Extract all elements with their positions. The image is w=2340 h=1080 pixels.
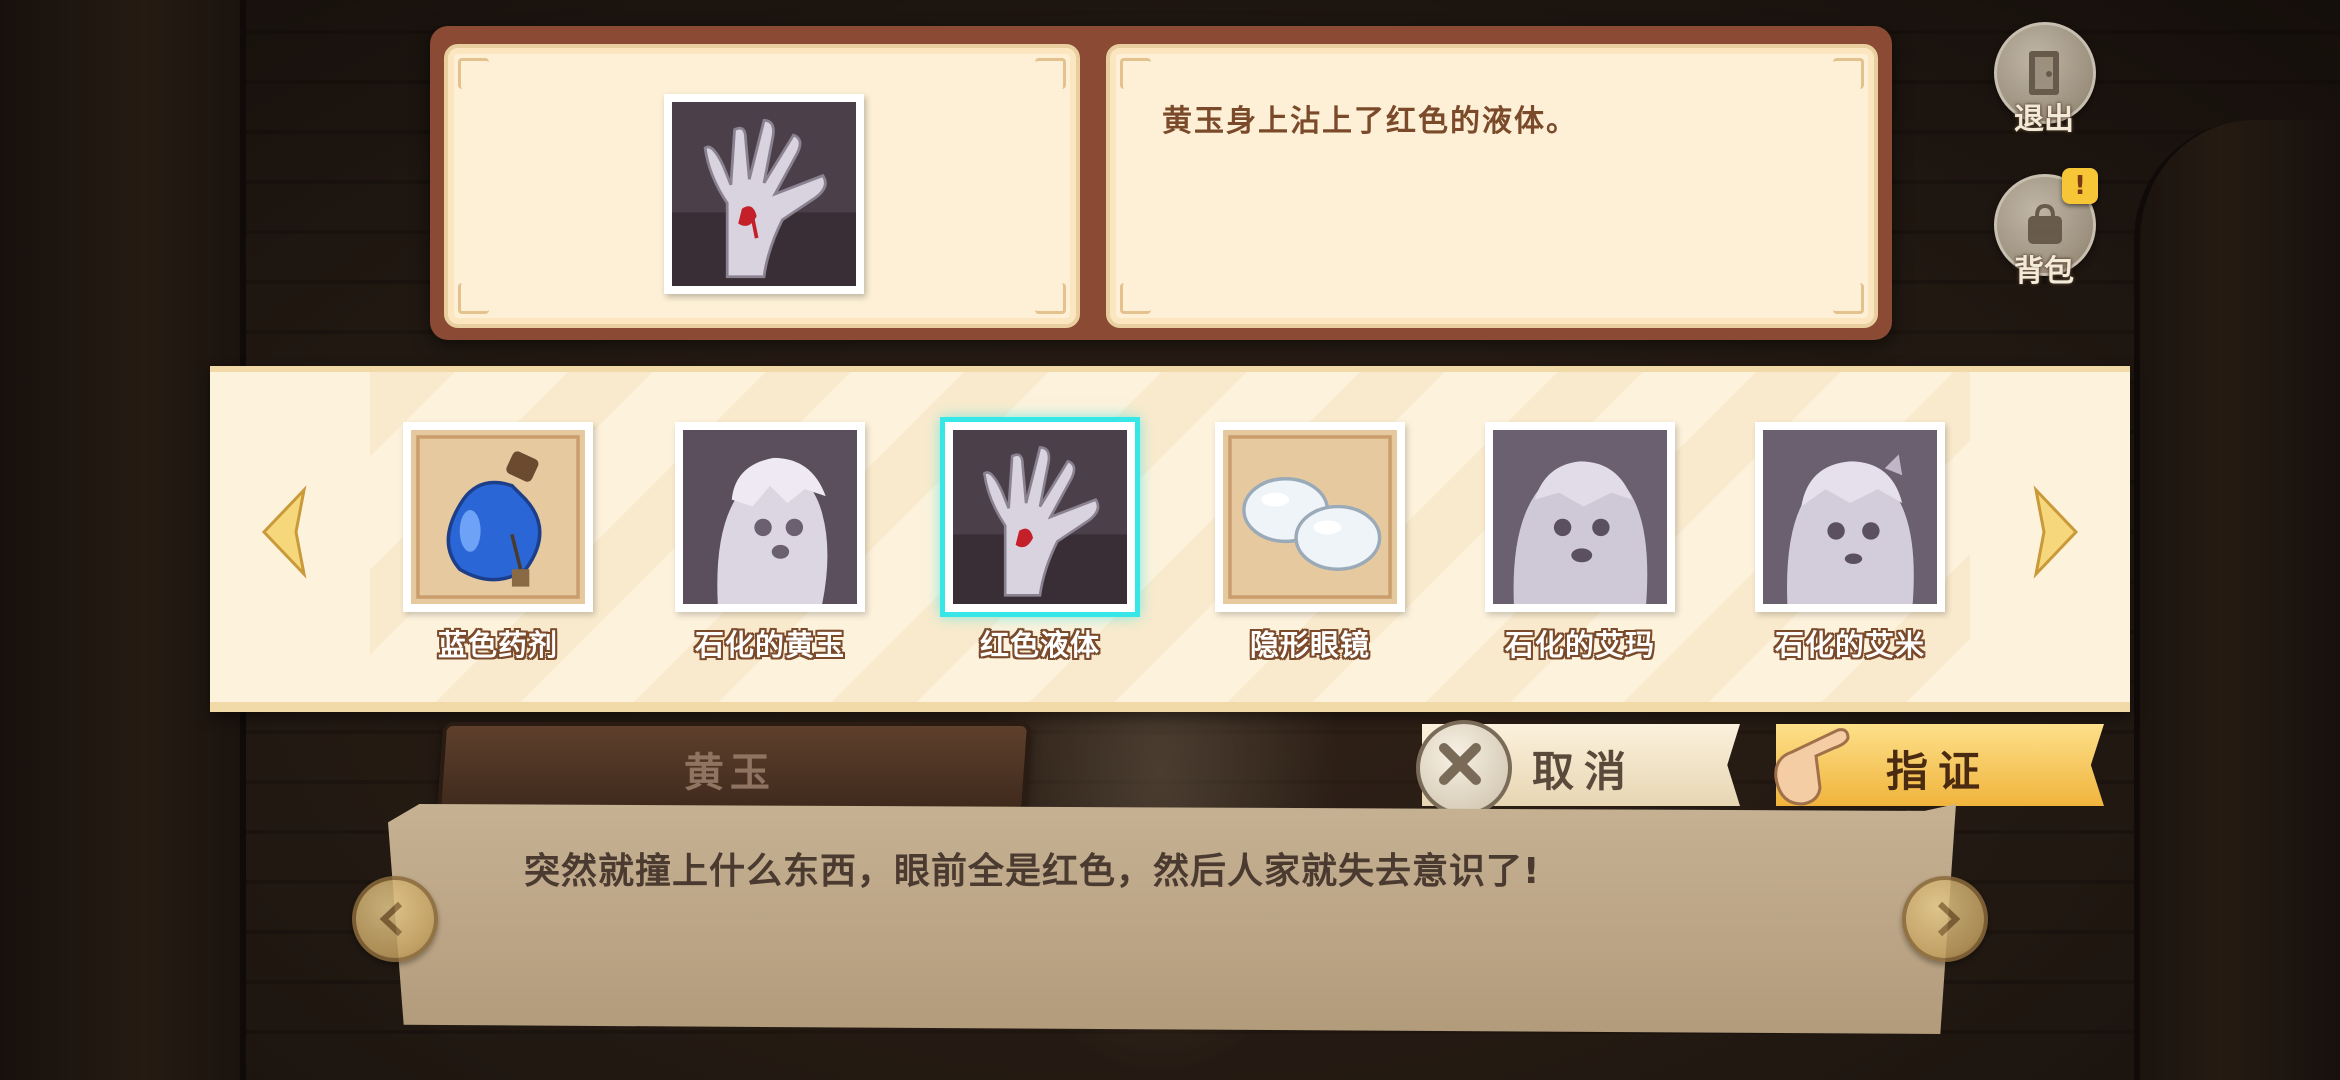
- bag-button[interactable]: ! 背包: [1994, 168, 2098, 290]
- strip-decoration: [370, 372, 1970, 702]
- blue-potion-icon: [411, 430, 585, 604]
- item-frame: [1485, 422, 1675, 612]
- inventory-item-petrified-huangyu[interactable]: 石化的黄玉: [670, 422, 870, 664]
- item-frame: [675, 422, 865, 612]
- item-frame: [403, 422, 593, 612]
- evidence-image-card: [444, 44, 1080, 328]
- card-corner-ornament: [458, 58, 489, 89]
- item-name: 石化的艾米: [1774, 628, 1925, 662]
- inventory-item-petrified-aimi[interactable]: 石化的艾米: [1750, 422, 1950, 664]
- card-corner-ornament: [1833, 283, 1864, 314]
- accuse-button[interactable]: 指证: [1774, 724, 2104, 806]
- speaker-nameplate: 黄玉: [436, 722, 1032, 814]
- dialog-next-button[interactable]: [1902, 876, 1988, 962]
- bloody-hand-image: [672, 102, 856, 286]
- previous-page-arrow-icon[interactable]: [254, 482, 314, 582]
- card-corner-ornament: [1035, 58, 1066, 89]
- bag-alert-badge: !: [2062, 168, 2098, 204]
- contact-lens-icon: [1223, 430, 1397, 604]
- dialog-previous-button[interactable]: [352, 876, 438, 962]
- evidence-inventory-bar: 蓝色药剂 石化的黄玉 红色液体 隐形眼镜 石化的艾玛 石化的艾米: [210, 366, 2130, 712]
- cancel-button[interactable]: 取消: [1416, 720, 1740, 816]
- card-corner-ornament: [1120, 283, 1151, 314]
- evidence-description: 黄玉身上沾上了红色的液体。: [1162, 104, 1578, 139]
- item-name: 红色液体: [979, 628, 1100, 662]
- petrified-character-portrait: [1763, 430, 1937, 604]
- next-page-arrow-icon[interactable]: [2026, 482, 2086, 582]
- pointing-hand-icon: [1774, 728, 1850, 806]
- card-corner-ornament: [458, 283, 489, 314]
- speaker-name: 黄玉: [683, 750, 776, 796]
- dialog-box[interactable]: [388, 804, 1956, 1034]
- item-frame: [1755, 422, 1945, 612]
- card-corner-ornament: [1833, 58, 1864, 89]
- selected-evidence-photo: [664, 94, 864, 294]
- inventory-item-blue-potion[interactable]: 蓝色药剂: [398, 422, 598, 664]
- evidence-detail-panel: 黄玉身上沾上了红色的液体。: [430, 26, 1892, 340]
- item-name: 石化的黄玉: [694, 628, 845, 662]
- bag-label: 背包: [2014, 254, 2074, 289]
- accuse-label: 指证: [1886, 747, 1991, 796]
- inventory-item-petrified-aima[interactable]: 石化的艾玛: [1480, 422, 1680, 664]
- dialog-text: 突然就撞上什么东西，眼前全是红色，然后人家就失去意识了!: [524, 851, 1541, 892]
- exit-label: 退出: [2014, 102, 2074, 137]
- petrified-character-portrait: [1493, 430, 1667, 604]
- exit-button[interactable]: 退出: [1994, 22, 2096, 138]
- cancel-label: 取消: [1532, 747, 1637, 796]
- chevron-left-icon: [379, 901, 403, 937]
- card-corner-ornament: [1035, 283, 1066, 314]
- item-frame: [1215, 422, 1405, 612]
- evidence-description-card: 黄玉身上沾上了红色的液体。: [1106, 44, 1878, 328]
- chevron-right-icon: [1937, 901, 1961, 937]
- card-corner-ornament: [1120, 58, 1151, 89]
- item-name: 石化的艾玛: [1504, 628, 1655, 662]
- item-name: 蓝色药剂: [437, 628, 558, 662]
- item-frame-selected: [945, 422, 1135, 612]
- inventory-item-red-liquid[interactable]: 红色液体: [940, 422, 1140, 664]
- item-name: 隐形眼镜: [1249, 628, 1370, 662]
- close-icon: [1416, 720, 1512, 816]
- bloody-hand-image: [953, 430, 1127, 604]
- petrified-character-portrait: [683, 430, 857, 604]
- inventory-item-contact-lens[interactable]: 隐形眼镜: [1210, 422, 1410, 664]
